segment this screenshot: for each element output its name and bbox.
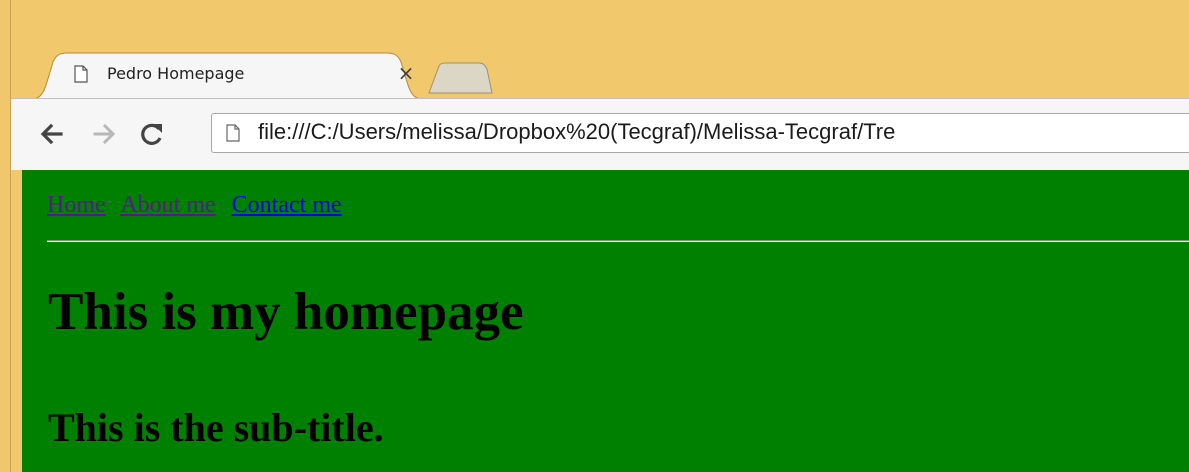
page-title: This is my homepage <box>48 283 524 341</box>
arrow-right-icon <box>93 123 116 145</box>
nav-link-about-me[interactable]: About me <box>120 192 215 218</box>
page-viewport: Home About me Contact me This is my home… <box>22 170 1189 472</box>
tab-pedro-homepage[interactable]: Pedro Homepage × <box>25 52 430 100</box>
tab-strip: Pedro Homepage × <box>11 0 1189 100</box>
browser-toolbar: file:///C:/Users/melissa/Dropbox%20(Tecg… <box>11 98 1189 170</box>
reload-icon <box>141 123 162 145</box>
back-button[interactable] <box>37 119 67 149</box>
reload-button[interactable] <box>137 119 167 149</box>
forward-button[interactable] <box>89 119 119 149</box>
page-icon <box>226 124 240 142</box>
page-subtitle: This is the sub-title. <box>48 405 384 450</box>
close-icon[interactable]: × <box>395 62 417 84</box>
nav-link-contact-me[interactable]: Contact me <box>232 192 342 218</box>
tab-title: Pedro Homepage <box>107 64 245 83</box>
new-tab-icon <box>428 62 493 94</box>
page-icon <box>74 65 88 83</box>
new-tab-button[interactable] <box>427 62 493 94</box>
site-nav: Home About me Contact me <box>47 192 352 219</box>
horizontal-rule <box>47 240 1189 242</box>
browser-window: Pedro Homepage × file:///C:/Users/meliss… <box>10 0 1189 472</box>
address-bar[interactable]: file:///C:/Users/melissa/Dropbox%20(Tecg… <box>211 113 1189 153</box>
arrow-left-icon <box>40 123 63 145</box>
address-url[interactable]: file:///C:/Users/melissa/Dropbox%20(Tecg… <box>258 119 895 145</box>
nav-link-home[interactable]: Home <box>47 192 106 218</box>
